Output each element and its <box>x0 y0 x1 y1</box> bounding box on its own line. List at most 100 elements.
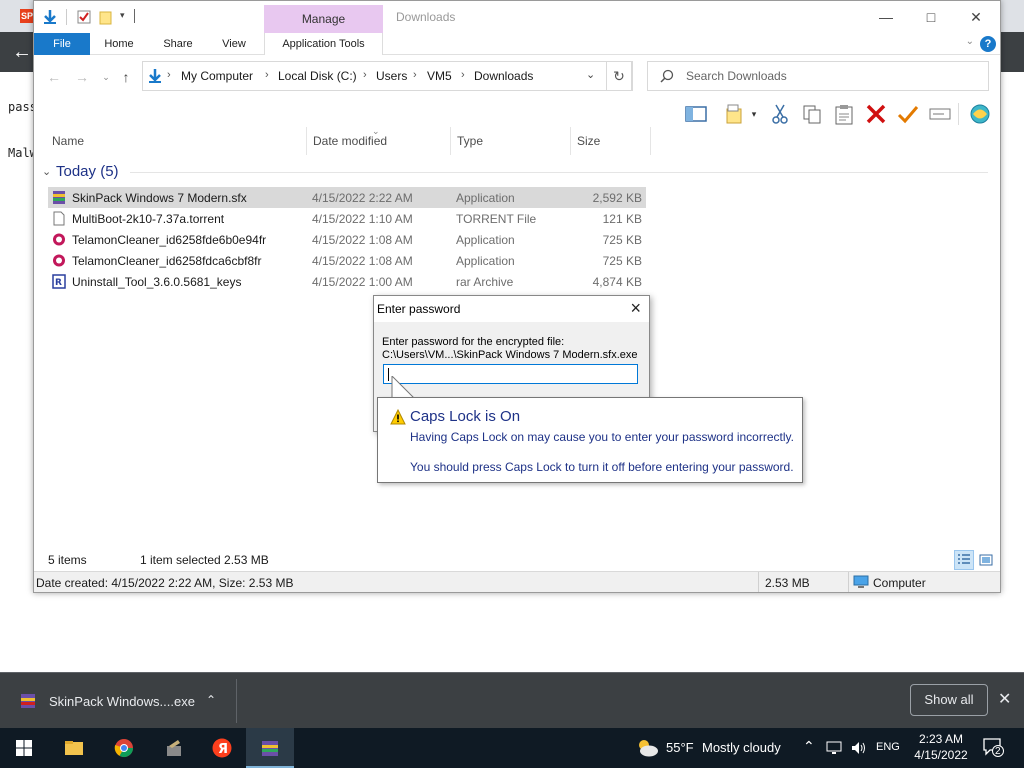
password-input[interactable] <box>383 364 638 384</box>
column-date-modified[interactable]: Date modified <box>313 134 387 148</box>
column-type[interactable]: Type <box>457 134 483 148</box>
taskbar-skinpack[interactable] <box>246 728 294 768</box>
close-button[interactable]: ✕ <box>954 5 998 29</box>
address-dropdown-icon[interactable]: ⌄ <box>586 68 595 81</box>
file-type: Application <box>456 191 515 205</box>
group-header-today[interactable]: Today (5) <box>56 163 119 180</box>
download-item[interactable]: SkinPack Windows....exe <box>49 694 195 709</box>
expand-ribbon-icon[interactable]: ⌄ <box>966 36 974 47</box>
download-options-chevron-icon[interactable]: ⌃ <box>206 693 216 707</box>
skinpack-archive-icon <box>53 191 65 204</box>
large-icons-view-button[interactable] <box>976 550 996 570</box>
download-bar: SkinPack Windows....exe ⌃ Show all ✕ <box>0 672 1024 728</box>
delete-icon[interactable] <box>864 103 888 125</box>
archive-app-icon <box>262 741 278 756</box>
system-clock[interactable]: 2:23 AM 4/15/2022 <box>910 731 972 763</box>
dialog-close-button[interactable]: × <box>630 298 641 319</box>
group-collapse-chevron-icon[interactable]: ⌄ <box>42 165 51 178</box>
refresh-button[interactable]: ↻ <box>606 61 632 91</box>
file-name: TelamonCleaner_id6258fdca6cbf8fr <box>72 254 262 268</box>
breadcrumb-my-computer[interactable]: My Computer <box>181 69 253 83</box>
taskbar-file-explorer[interactable] <box>50 728 98 768</box>
back-button[interactable]: ← <box>44 67 64 87</box>
taskbar-yandex[interactable]: Я <box>198 728 246 768</box>
preview-pane-icon[interactable] <box>684 103 708 125</box>
shell-globe-icon[interactable] <box>968 103 992 125</box>
breadcrumb-local-disk[interactable]: Local Disk (C:) <box>278 69 357 83</box>
weather-temperature[interactable]: 55°F <box>666 740 694 755</box>
file-type: TORRENT File <box>456 212 537 226</box>
file-row[interactable]: SkinPack Windows 7 Modern.sfx 4/15/2022 … <box>48 187 646 208</box>
weather-description[interactable]: Mostly cloudy <box>702 740 781 755</box>
tooltip-text: Having Caps Lock on may cause you to ent… <box>410 430 794 444</box>
up-button[interactable]: ↑ <box>116 67 136 87</box>
download-file-icon <box>21 694 35 708</box>
copy-icon[interactable] <box>800 103 824 125</box>
new-folder-icon[interactable] <box>98 9 114 25</box>
file-name: Uninstall_Tool_3.6.0.5681_keys <box>72 275 242 289</box>
details-divider <box>758 572 759 592</box>
address-bar[interactable]: › My Computer › Local Disk (C:) › Users … <box>142 61 633 91</box>
properties-arrow-icon[interactable] <box>42 9 58 25</box>
help-button[interactable]: ? <box>980 36 996 52</box>
minimize-button[interactable]: — <box>864 5 908 29</box>
selection-info: 1 item selected 2.53 MB <box>140 553 269 567</box>
file-type: Application <box>456 233 515 247</box>
details-divider <box>848 572 849 592</box>
input-language[interactable]: ENG <box>876 741 900 753</box>
file-row[interactable]: R Uninstall_Tool_3.6.0.5681_keys 4/15/20… <box>48 271 646 292</box>
checkbox-properties-icon[interactable] <box>76 9 92 25</box>
file-row[interactable]: TelamonCleaner_id6258fdca6cbf8fr 4/15/20… <box>48 250 646 271</box>
downloads-arrow-icon <box>149 69 161 83</box>
new-item-dropdown-icon[interactable]: ▾ <box>748 103 760 125</box>
tab-view[interactable]: View <box>212 33 256 55</box>
breadcrumb-downloads[interactable]: Downloads <box>474 69 533 83</box>
search-placeholder: Search Downloads <box>686 69 787 83</box>
column-size[interactable]: Size <box>577 134 600 148</box>
recent-locations-icon[interactable]: ⌄ <box>96 67 116 87</box>
file-type: Application <box>456 254 515 268</box>
new-item-icon[interactable] <box>722 103 746 125</box>
start-button[interactable] <box>0 728 48 768</box>
warning-icon <box>390 409 406 425</box>
large-icons-view-icon <box>979 554 993 566</box>
file-row[interactable]: TelamonCleaner_id6258fde6b0e94fr 4/15/20… <box>48 229 646 250</box>
maximize-button[interactable]: □ <box>909 5 953 29</box>
tab-home[interactable]: Home <box>96 33 142 55</box>
breadcrumb-users[interactable]: Users <box>376 69 407 83</box>
dialog-prompt: Enter password for the encrypted file: <box>382 336 565 348</box>
rename-check-icon[interactable] <box>896 103 920 125</box>
close-download-bar-icon[interactable]: ✕ <box>998 689 1011 709</box>
tab-share[interactable]: Share <box>154 33 202 55</box>
dialog-file-path: C:\Users\VM...\SkinPack Windows 7 Modern… <box>382 349 638 361</box>
file-date: 4/15/2022 1:08 AM <box>312 254 413 268</box>
clock-date: 4/15/2022 <box>914 748 968 762</box>
tab-file[interactable]: File <box>34 33 90 55</box>
tooltip-title: Caps Lock is On <box>410 408 521 425</box>
back-arrow-icon[interactable]: ← <box>10 40 34 64</box>
search-box[interactable]: Search Downloads <box>647 61 989 91</box>
breadcrumb-vm5[interactable]: VM5 <box>427 69 452 83</box>
network-icon[interactable] <box>826 740 842 756</box>
file-date: 4/15/2022 1:10 AM <box>312 212 413 226</box>
forward-button[interactable]: → <box>72 67 92 87</box>
weather-cloudy-icon[interactable] <box>634 737 660 759</box>
telamon-app-icon <box>53 233 65 246</box>
customize-toolbar-icon[interactable]: ▾ <box>120 10 125 21</box>
column-name[interactable]: Name <box>52 134 84 148</box>
volume-icon[interactable] <box>850 740 866 756</box>
details-view-button[interactable] <box>954 550 974 570</box>
taskbar-app[interactable] <box>150 728 198 768</box>
qa-divider <box>66 9 67 25</box>
show-all-button[interactable]: Show all <box>910 684 988 716</box>
site-favicon-icon: SP <box>20 9 34 23</box>
paste-icon[interactable] <box>832 103 856 125</box>
tab-application-tools[interactable]: Application Tools <box>264 33 383 55</box>
details-bar: Date created: 4/15/2022 2:22 AM, Size: 2… <box>34 571 1000 592</box>
rename-field-icon[interactable] <box>928 103 952 125</box>
show-hidden-icons-chevron-icon[interactable]: ⌃ <box>803 738 815 755</box>
cut-icon[interactable] <box>768 103 792 125</box>
file-row[interactable]: MultiBoot-2k10-7.37a.torrent 4/15/2022 1… <box>48 208 646 229</box>
taskbar-chrome[interactable] <box>100 728 148 768</box>
manage-context-tab[interactable]: Manage <box>264 5 383 33</box>
